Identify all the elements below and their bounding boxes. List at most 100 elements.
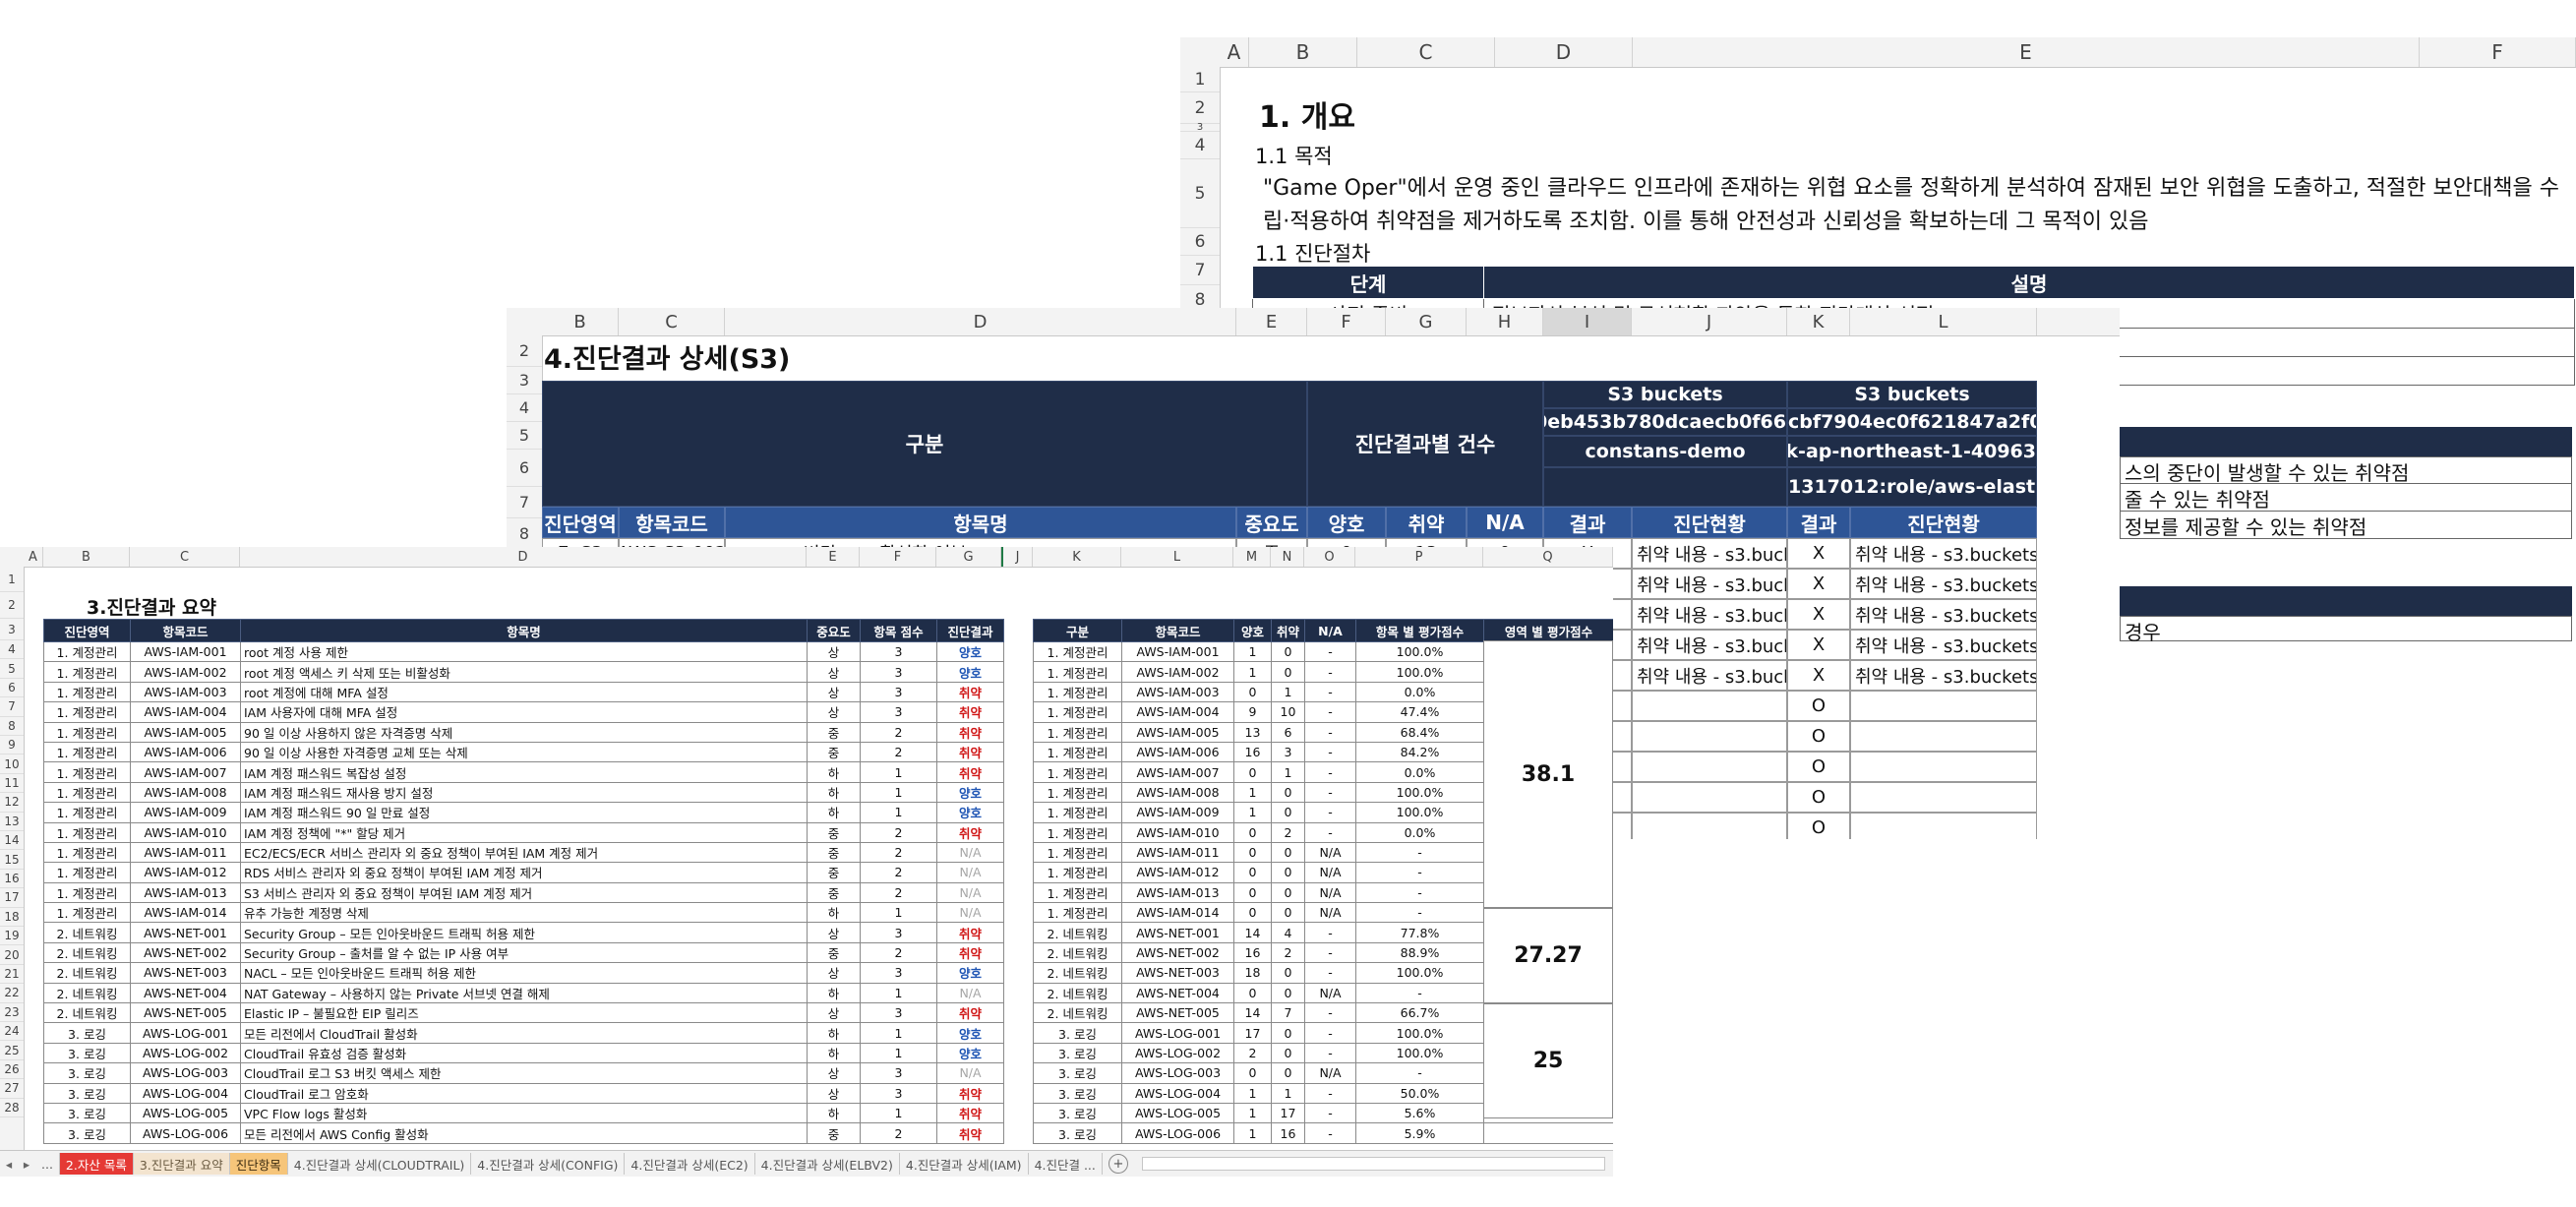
row-header[interactable]: 7 xyxy=(507,487,542,518)
table-cell[interactable]: N/A xyxy=(936,881,1004,904)
column-header[interactable]: Q xyxy=(1483,547,1613,567)
table-cell[interactable]: AWS-LOG-003 xyxy=(1121,1062,1234,1084)
table-cell[interactable]: 66.7% xyxy=(1355,1002,1484,1024)
table-cell[interactable]: 양호 xyxy=(936,640,1004,663)
table-cell[interactable]: AWS-IAM-009 xyxy=(130,802,241,823)
table-cell[interactable]: - xyxy=(1304,661,1356,683)
table-row[interactable]: 2. 네트워킹 AWS-NET-003 NACL – 모든 인아웃바운드 트래픽 허… xyxy=(43,962,1004,984)
table-cell[interactable]: 2 xyxy=(860,841,937,864)
table-cell[interactable]: N/A xyxy=(936,982,1004,1004)
table-cell[interactable]: 3. 로깅 xyxy=(1033,1122,1122,1144)
table-row[interactable]: 3. 로깅 AWS-LOG-002 CloudTrail 유효성 검증 활성화 하 1 양… xyxy=(43,1042,1004,1064)
table-cell[interactable]: 0 xyxy=(1233,982,1272,1004)
table-cell[interactable]: AWS-NET-003 xyxy=(1121,962,1234,984)
table-cell[interactable]: CloudTrail 로그 S3 버킷 액세스 제한 xyxy=(240,1062,808,1084)
row-header[interactable]: 16 xyxy=(0,870,24,889)
table-cell[interactable]: 14 xyxy=(1233,1002,1272,1024)
row-header[interactable]: 12 xyxy=(0,793,24,813)
horizontal-scrollbar[interactable] xyxy=(1141,1157,1605,1171)
table-cell[interactable]: 취약 xyxy=(936,701,1004,723)
status-cell[interactable] xyxy=(1632,813,1787,839)
area-score-account[interactable]: 38.1 xyxy=(1483,640,1613,908)
table-cell[interactable]: 3. 로깅 xyxy=(1033,1022,1122,1044)
column-header[interactable]: B xyxy=(43,547,130,567)
table-cell[interactable]: 0 xyxy=(1271,1022,1305,1044)
table-cell[interactable]: 3. 로깅 xyxy=(43,1022,131,1044)
table-cell[interactable]: 1 xyxy=(860,982,937,1004)
column-header[interactable]: D xyxy=(1495,37,1633,67)
row-header[interactable]: 15 xyxy=(0,850,24,870)
table-cell[interactable]: 5.9% xyxy=(1355,1122,1484,1144)
table-cell[interactable]: 18 xyxy=(1233,962,1272,984)
table-cell[interactable]: N/A xyxy=(1304,862,1356,883)
table-cell[interactable]: 4 xyxy=(1271,922,1305,943)
table-cell[interactable]: 2. 네트워킹 xyxy=(43,941,131,964)
row-header[interactable]: 4 xyxy=(1180,132,1220,159)
table-cell[interactable]: 2 xyxy=(1271,821,1305,843)
table-cell[interactable]: 1 xyxy=(860,1042,937,1064)
result-cell[interactable]: X xyxy=(1787,599,1850,630)
table-cell[interactable]: AWS-IAM-001 xyxy=(130,640,241,663)
table-cell[interactable]: AWS-NET-001 xyxy=(1121,922,1234,943)
table-cell[interactable]: 2 xyxy=(860,821,937,843)
table-cell[interactable]: 하 xyxy=(807,1022,861,1044)
table-cell[interactable]: 100.0% xyxy=(1355,640,1484,663)
table-cell[interactable]: 1. 계정관리 xyxy=(43,862,131,883)
table-cell[interactable]: 0.0% xyxy=(1355,821,1484,843)
table-cell[interactable]: 2 xyxy=(860,1122,937,1144)
table-cell[interactable]: AWS-NET-001 xyxy=(130,922,241,943)
table-cell[interactable]: - xyxy=(1304,701,1356,723)
table-cell[interactable]: 5.6% xyxy=(1355,1102,1484,1124)
result-cell[interactable]: X xyxy=(1787,630,1850,660)
table-cell[interactable]: - xyxy=(1304,941,1356,964)
table-cell[interactable]: N/A xyxy=(936,841,1004,864)
table-cell[interactable]: 줄 수 있는 취약점 xyxy=(2120,484,2572,512)
table-cell[interactable] xyxy=(1483,1122,1613,1144)
table-cell[interactable]: 0 xyxy=(1233,761,1272,783)
table-cell[interactable]: - xyxy=(1304,802,1356,823)
table-cell[interactable]: 17 xyxy=(1233,1022,1272,1044)
table-cell[interactable]: 2 xyxy=(1233,1042,1272,1064)
table-cell[interactable]: AWS-IAM-010 xyxy=(130,821,241,843)
table-cell[interactable]: AWS-IAM-010 xyxy=(1121,821,1234,843)
column-header[interactable]: L xyxy=(1121,547,1233,567)
table-cell[interactable]: 1 xyxy=(1271,1082,1305,1104)
status-cell[interactable] xyxy=(1850,782,2037,813)
table-cell[interactable]: 상 xyxy=(807,701,861,723)
table-cell[interactable]: - xyxy=(1355,1062,1484,1084)
table-cell[interactable]: IAM 사용자에 대해 MFA 설정 xyxy=(240,701,808,723)
table-cell[interactable]: 취약 xyxy=(936,922,1004,943)
table-cell[interactable]: - xyxy=(1304,1002,1356,1024)
table-cell[interactable]: 6 xyxy=(1271,721,1305,743)
result-cell[interactable]: O xyxy=(1787,752,1850,782)
table-cell[interactable]: 정보를 제공할 수 있는 취약점 xyxy=(2120,512,2572,539)
table-cell[interactable]: 0 xyxy=(1233,881,1272,904)
status-cell[interactable] xyxy=(1850,752,2037,782)
table-cell[interactable]: 0 xyxy=(1271,661,1305,683)
table-cell[interactable]: AWS-LOG-006 xyxy=(130,1122,241,1144)
row-header[interactable]: 5 xyxy=(507,422,542,450)
table-cell[interactable]: 2 xyxy=(860,862,937,883)
table-cell[interactable]: 2. 네트워킹 xyxy=(1033,922,1122,943)
sheet-tab[interactable]: 4.진단결과 상세(EC2) xyxy=(625,1153,755,1175)
column-header[interactable]: L xyxy=(1850,308,2037,335)
table-cell[interactable]: AWS-NET-002 xyxy=(130,941,241,964)
table-row[interactable]: 1. 계정관리 AWS-IAM-004 IAM 사용자에 대해 MFA 설정 상 3 취약 xyxy=(43,701,1004,723)
table-cell[interactable]: 0 xyxy=(1271,982,1305,1004)
table-cell[interactable]: 1. 계정관리 xyxy=(43,721,131,743)
sheet-tab[interactable]: 4.진단결과 상세(ELBV2) xyxy=(755,1153,900,1175)
table-cell[interactable]: N/A xyxy=(1304,982,1356,1004)
table-row[interactable]: 1. 계정관리 AWS-IAM-011 EC2/ECS/ECR 서비스 관리자 외 … xyxy=(43,841,1004,864)
table-cell[interactable]: 1. 계정관리 xyxy=(1033,661,1122,683)
column-header[interactable]: K xyxy=(1787,308,1850,335)
column-header[interactable]: N xyxy=(1271,547,1304,567)
table-cell[interactable]: - xyxy=(1304,1082,1356,1104)
table-cell[interactable]: CloudTrail 로그 암호화 xyxy=(240,1082,808,1104)
sheet-tab[interactable]: 4.진단결과 상세(CONFIG) xyxy=(471,1153,626,1175)
table-cell[interactable]: AWS-LOG-001 xyxy=(1121,1022,1234,1044)
table-cell[interactable]: 1. 계정관리 xyxy=(1033,640,1122,663)
status-cell[interactable]: 취약 내용 - s3.buckets.1 xyxy=(1850,569,2037,599)
table-cell[interactable]: NAT Gateway – 사용하지 않는 Private 서브넷 연결 해제 xyxy=(240,982,808,1004)
table-cell[interactable]: IAM 계정 패스워드 재사용 방지 설정 xyxy=(240,781,808,804)
column-header[interactable]: C xyxy=(130,547,240,567)
